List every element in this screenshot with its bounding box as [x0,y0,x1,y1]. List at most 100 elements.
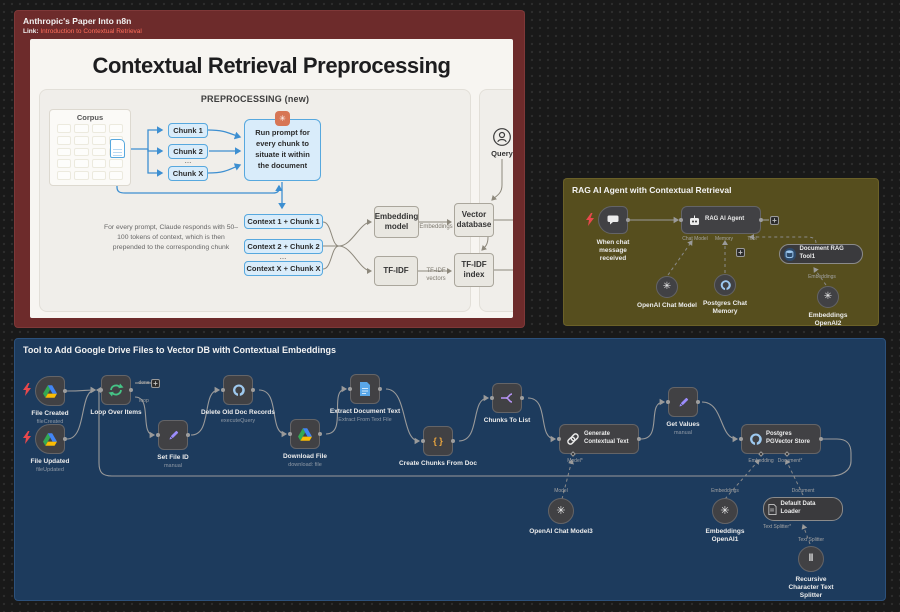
node-openai-chat-model3[interactable]: ✳ [548,498,574,524]
delete-old-sub: executeQuery [220,418,256,424]
port-document-star: Document* [777,458,803,464]
node-postgres-chat-memory[interactable] [714,274,736,296]
node-download-file[interactable] [290,419,320,449]
port-tool: Tool [747,236,757,242]
file-updated-label: File Updated [30,458,70,465]
paper-note-link-line: Link: Introduction to Contextual Retriev… [23,28,142,35]
node-default-data-loader[interactable]: Default Data Loader [763,497,843,521]
file-created-label: File Created [31,410,69,417]
vector-db-tool-icon [785,250,794,259]
port-loop: loop [139,398,149,404]
agent-tool-plus-button[interactable]: + [736,248,745,257]
chat-icon [607,215,618,225]
generate-label: Generate Contextual Text [584,431,629,445]
embeddings1-label: Embeddings OpenAI1 [705,528,745,544]
chunk-1-box: Chunk 1 [168,123,208,138]
node-file-created[interactable] [35,376,65,406]
set-file-id-label: Set File ID [157,454,189,461]
node-document-rag-tool[interactable]: Document RAG Tool1 [779,244,863,264]
node-rag-ai-agent[interactable]: RAG AI Agent [681,206,761,234]
create-chunks-label: Create Chunks From Doc [398,460,478,467]
node-recursive-splitter[interactable]: ‖ [798,546,824,572]
tfidf-index-box: TF-IDF index [454,253,494,287]
context-x-box: Context X + Chunk X [244,261,323,276]
pencil-icon [678,397,688,407]
context-ellipsis: ... [279,252,287,261]
embedding-model-box: Embedding model [374,206,419,238]
extract-label: Extract Document Text [329,408,401,415]
diagram-image: Contextual Retrieval Preprocessing PREPR… [30,39,513,318]
link-text[interactable]: Introduction to Contextual Retrieval [40,28,142,35]
node-get-values[interactable] [668,387,698,417]
chat-trigger-label: When chat message received [596,239,630,263]
get-values-label: Get Values [666,421,700,428]
node-delete-old-doc-records[interactable] [223,375,253,405]
port-model-star: Model* [567,458,583,464]
data-loader-label: Default Data Loader [780,501,816,515]
vector-database-box: Vector database [454,203,494,237]
loop-done-plus-button[interactable]: + [151,379,160,388]
chunks-to-list-label: Chunks To List [483,417,531,424]
n8n-canvas[interactable]: Anthropic's Paper Into n8n Link: Introdu… [0,0,900,612]
postgres-icon [750,433,762,445]
robot-icon [690,215,699,225]
link-label: Link: [23,28,39,35]
tfidf-box: TF-IDF [374,256,418,286]
corpus-label: Corpus [76,113,104,122]
file-icon [768,503,777,515]
node-set-file-id[interactable] [158,420,188,450]
sticky-note-paper[interactable]: Anthropic's Paper Into n8n Link: Introdu… [14,10,525,328]
port-memory: Memory [714,236,734,242]
postgres-icon [720,280,731,291]
split-out-icon [501,393,513,403]
node-chat-trigger[interactable] [598,206,628,234]
node-openai-chat-model[interactable]: ✳ [656,276,678,298]
chunk-ellipsis: ... [184,156,192,165]
node-create-chunks[interactable]: { } [423,426,453,456]
pgvector-label: Postgres PGVector Store [766,431,811,445]
node-file-updated[interactable] [35,424,65,454]
embeddings-edge-label: Embeddings [419,224,453,230]
paper-note-title: Anthropic's Paper Into n8n [23,16,132,26]
node-chunks-to-list[interactable] [492,383,522,413]
preprocessing-header: PREPROCESSING (new) [200,94,310,104]
claude-icon: ✳ [275,111,290,126]
trigger-bolt-icon [586,213,594,226]
embeddings-openai2-label: Embeddings OpenAI2 [808,312,848,328]
postgres-icon [233,384,245,396]
openai-icon: ✳ [556,504,566,517]
document-icon [360,382,370,396]
node-extract-document-text[interactable] [350,374,380,404]
chain-link-icon [567,433,579,445]
doc-tool-label: Document RAG Tool1 [799,246,844,260]
sticky-note-rag[interactable]: RAG AI Agent with Contextual Retrieval W… [563,178,879,328]
port-document: Document [791,488,815,494]
port-embedding: Embedding [748,458,774,464]
trigger-bolt-icon [23,383,31,396]
openai-chat-model-label: OpenAI Chat Model [637,302,697,309]
node-generate-contextual-text[interactable]: Generate Contextual Text [559,424,639,454]
node-embeddings-openai1[interactable]: ✳ [712,498,738,524]
set-file-id-sub: manual [163,463,183,469]
tfidf-vectors-edge-label: TF-IDF vectors [426,268,446,282]
query-label: Query [491,149,513,158]
delete-old-label: Delete Old Doc Records [200,409,276,416]
node-loop-over-items[interactable] [101,375,131,405]
rag-note-title: RAG AI Agent with Contextual Retrieval [572,185,732,195]
download-file-sub: download: file [288,462,322,468]
agent-output-plus-button[interactable]: + [770,216,779,225]
pencil-icon [168,430,178,440]
node-postgres-pgvector-store[interactable]: Postgres PGVector Store [741,424,821,454]
sticky-note-tool[interactable]: Tool to Add Google Drive Files to Vector… [14,338,886,601]
port-text-splitter: Text Splitter [797,537,825,543]
extract-sub: Extract From Text File [338,417,392,423]
google-drive-icon [298,427,312,441]
download-file-label: Download File [282,453,328,460]
selected-document-icon [110,139,125,158]
port-chat-model: Chat Model [682,236,708,242]
tool-note-title: Tool to Add Google Drive Files to Vector… [23,345,337,355]
loop-label: Loop Over Items [90,409,142,416]
node-embeddings-openai2[interactable]: ✳ [817,286,839,308]
file-updated-sub: fileUpdated [36,467,64,473]
port-embeddings: Embeddings [808,274,836,280]
